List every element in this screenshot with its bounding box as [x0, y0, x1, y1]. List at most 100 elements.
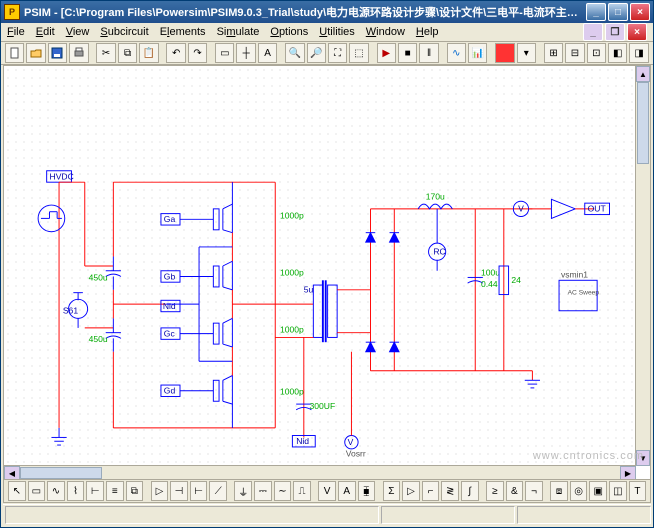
elem-xfmr-button[interactable]: ⧈: [550, 481, 568, 501]
elem-and-button[interactable]: &: [506, 481, 524, 501]
new-button[interactable]: [5, 43, 24, 63]
menu-window[interactable]: Window: [366, 26, 405, 38]
pause-button[interactable]: ‖: [419, 43, 438, 63]
ind-170u: [418, 204, 452, 209]
elem-iprobe-button[interactable]: A: [338, 481, 356, 501]
watermark-text: www.cntronics.com: [533, 450, 644, 462]
tool-d-button[interactable]: ◧: [608, 43, 627, 63]
elem-gain-button[interactable]: ▷: [402, 481, 420, 501]
menu-file[interactable]: FFileile: [7, 26, 25, 38]
zoom-area-button[interactable]: ⬚: [349, 43, 368, 63]
scroll-up-arrow[interactable]: ▲: [636, 66, 650, 82]
mdi-restore-button[interactable]: ❐: [605, 23, 625, 41]
color-picker-button[interactable]: ▾: [517, 43, 536, 63]
zoom-fit-button[interactable]: ⛶: [328, 43, 347, 63]
scroll-left-arrow[interactable]: ◀: [4, 466, 20, 480]
elem-resistor-button[interactable]: ▭: [28, 481, 46, 501]
menu-subcircuit[interactable]: Subcircuit: [100, 26, 148, 38]
open-button[interactable]: [26, 43, 45, 63]
elem-motor-button[interactable]: ◎: [570, 481, 588, 501]
elem-res2-button[interactable]: ≡: [106, 481, 124, 501]
redo-button[interactable]: ↷: [188, 43, 207, 63]
zoom-in-button[interactable]: 🔍: [285, 43, 304, 63]
copy-button[interactable]: ⧉: [118, 43, 137, 63]
zoom-out-button[interactable]: 🔎: [307, 43, 326, 63]
elem-pulse-button[interactable]: ⎍: [293, 481, 311, 501]
elem-arrow-button[interactable]: ↖: [8, 481, 26, 501]
menu-help[interactable]: Help: [416, 26, 439, 38]
vscroll-thumb[interactable]: [637, 82, 649, 164]
elem-sum-button[interactable]: Σ: [383, 481, 401, 501]
maximize-button[interactable]: □: [608, 3, 628, 21]
elem-vprobe-button[interactable]: V: [318, 481, 336, 501]
scope-button[interactable]: 📊: [468, 43, 487, 63]
menu-view[interactable]: View: [66, 26, 90, 38]
elem-diode-button[interactable]: ▷: [151, 481, 169, 501]
tool-c-button[interactable]: ⊡: [587, 43, 606, 63]
elem-wave-button[interactable]: ∿: [47, 481, 65, 501]
r1-val: 0.44: [481, 279, 498, 289]
mdi-close-button[interactable]: ×: [627, 23, 647, 41]
stop-button[interactable]: ■: [398, 43, 417, 63]
elem-igbt-button[interactable]: ⊢: [190, 481, 208, 501]
elem-scope-button[interactable]: ⧯: [358, 481, 376, 501]
rc-label: RC: [433, 247, 445, 257]
menu-options[interactable]: Options: [270, 26, 308, 38]
app-icon: P: [4, 4, 20, 20]
schematic-canvas[interactable]: HVDC S61 450u 450u: [4, 66, 636, 466]
hscroll-thumb[interactable]: [20, 467, 102, 479]
svg-text:Ga: Ga: [164, 214, 176, 224]
print-button[interactable]: [69, 43, 88, 63]
gnd-left: [51, 428, 66, 445]
elem-limit-button[interactable]: ⌐: [422, 481, 440, 501]
menu-utilities[interactable]: Utilities: [319, 26, 354, 38]
select-button[interactable]: ▭: [215, 43, 234, 63]
run-button[interactable]: ▶: [377, 43, 396, 63]
elem-dc-button[interactable]: ⎓: [254, 481, 272, 501]
elem-rlc-button[interactable]: ⧉: [126, 481, 144, 501]
elem-cap-button[interactable]: ⊢: [86, 481, 104, 501]
save-button[interactable]: [48, 43, 67, 63]
elem-text-button[interactable]: T: [629, 481, 647, 501]
close-button[interactable]: ×: [630, 3, 650, 21]
vertical-scrollbar[interactable]: ▲ ▼: [635, 66, 650, 466]
horizontal-scrollbar[interactable]: ◀ ▶: [4, 465, 636, 480]
wire-button[interactable]: ┼: [236, 43, 255, 63]
svg-text:Gc: Gc: [164, 328, 176, 338]
paste-button[interactable]: 📋: [139, 43, 158, 63]
element-toolbar: ↖ ▭ ∿ ⌇ ⊢ ≡ ⧉ ▷ ⊣ ⊢ ⟋ ⏚ ⎓ ∼ ⎍ V A ⧯ Σ ▷ …: [4, 479, 650, 502]
elem-pid-button[interactable]: ∫: [461, 481, 479, 501]
minimize-button[interactable]: _: [586, 3, 606, 21]
elem-inductor-button[interactable]: ⌇: [67, 481, 85, 501]
elem-switch-button[interactable]: ⟋: [209, 481, 227, 501]
menu-elements[interactable]: Elements: [160, 26, 206, 38]
vosrr-label: Vosrr: [346, 448, 366, 458]
undo-button[interactable]: ↶: [166, 43, 185, 63]
elem-port-button[interactable]: ◫: [609, 481, 627, 501]
menu-edit[interactable]: Edit: [36, 26, 55, 38]
elem-gnd-button[interactable]: ⏚: [234, 481, 252, 501]
window-buttons: _ □ ×: [586, 3, 650, 21]
elem-ac-button[interactable]: ∼: [274, 481, 292, 501]
app-window: P PSIM - [C:\Program Files\Powersim\PSIM…: [0, 0, 654, 528]
elem-compare-button[interactable]: ≷: [441, 481, 459, 501]
elem-mosfet-button[interactable]: ⊣: [170, 481, 188, 501]
elem-not-button[interactable]: ¬: [525, 481, 543, 501]
mdi-minimize-button[interactable]: _: [583, 23, 603, 41]
schematic-svg: HVDC S61 450u 450u: [4, 66, 636, 466]
gnd-out: [525, 380, 540, 388]
diode-2: [390, 233, 400, 243]
tool-e-button[interactable]: ◨: [629, 43, 648, 63]
label-button[interactable]: A: [258, 43, 277, 63]
color-red-button[interactable]: [495, 43, 514, 63]
cut-button[interactable]: ✂: [96, 43, 115, 63]
cap-450u-bot: [106, 318, 121, 351]
scroll-right-arrow[interactable]: ▶: [620, 466, 636, 480]
c300uf-val: 300UF: [310, 401, 336, 411]
tool-b-button[interactable]: ⊟: [565, 43, 584, 63]
tool-a-button[interactable]: ⊞: [544, 43, 563, 63]
waveform-button[interactable]: ∿: [447, 43, 466, 63]
elem-block-button[interactable]: ▣: [589, 481, 607, 501]
elem-or-button[interactable]: ≥: [486, 481, 504, 501]
menu-simulate[interactable]: Simulate: [217, 26, 260, 38]
